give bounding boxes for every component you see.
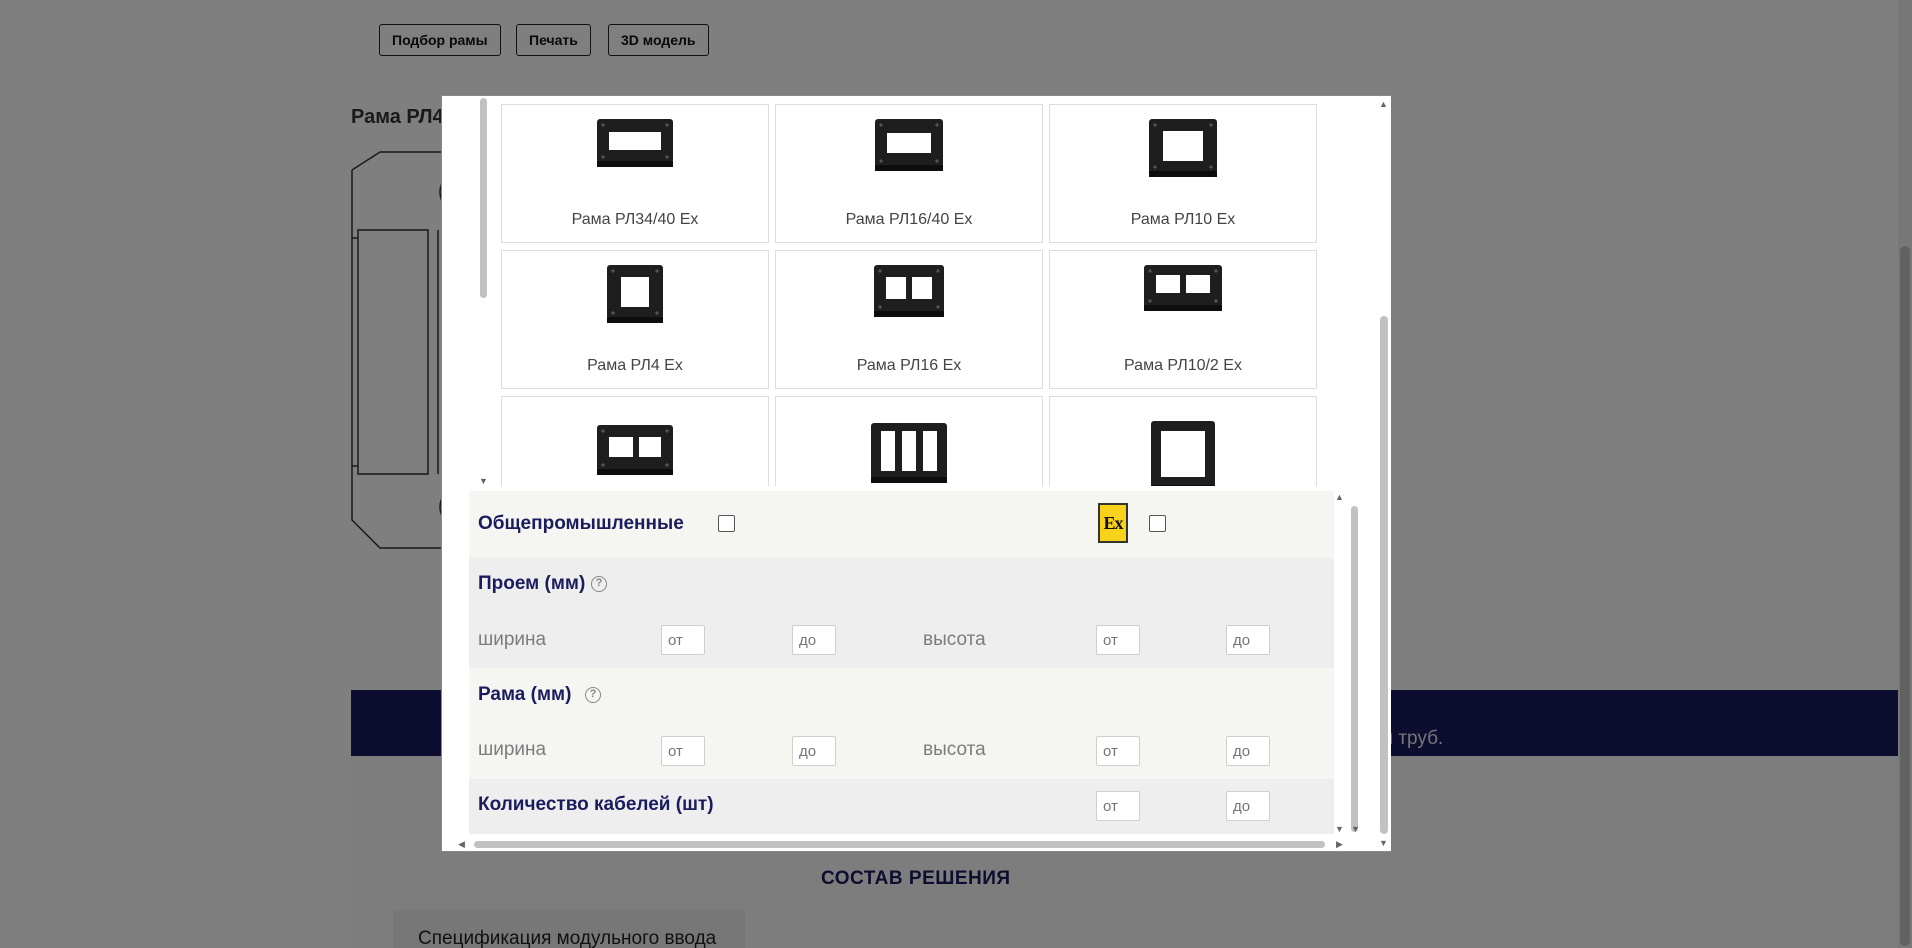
inner-scroll-down-icon[interactable]: ▼ <box>1351 824 1360 834</box>
opening-width-label: ширина <box>478 629 547 650</box>
cables-to-input[interactable] <box>1226 791 1270 821</box>
frame-card[interactable]: Рама РЛ16/40 Ex <box>775 104 1043 243</box>
frame-card[interactable] <box>1049 396 1317 486</box>
opening-width-from-input[interactable] <box>661 625 705 655</box>
frames-grid: Рама РЛ34/40 Ex Рама РЛ16/40 Ex Рама РЛ1… <box>501 104 1324 486</box>
cards-scroll-down-icon[interactable]: ▼ <box>479 476 488 486</box>
filter-scroll-down-icon[interactable]: ▼ <box>1335 824 1344 834</box>
frame-medium-icon <box>875 119 943 171</box>
modal-scrollbar-thumb[interactable] <box>1380 316 1388 834</box>
frame-card[interactable] <box>775 396 1043 486</box>
frame-wide-icon <box>597 119 673 167</box>
frame-card[interactable]: Рама РЛ10 Ex <box>1049 104 1317 243</box>
frame-size-title: Рама (мм) <box>478 684 572 705</box>
frame-width-label: ширина <box>478 739 547 760</box>
opening-height-label: высота <box>923 629 986 650</box>
frame-card[interactable]: Рама РЛ16 Ex <box>775 250 1043 389</box>
frame-height-label: высота <box>923 739 986 760</box>
frame-card-label: Рама РЛ34/40 Ex <box>571 211 699 228</box>
ex-checkbox[interactable] <box>1149 515 1166 532</box>
frame-filter-row: Рама (мм) ? ширина высота <box>469 668 1334 779</box>
modal-scroll-up-icon[interactable]: ▲ <box>1379 99 1388 109</box>
cables-filter-row: Количество кабелей (шт) <box>469 779 1334 834</box>
frame-double-wide-icon <box>1144 265 1222 311</box>
frame-square-icon <box>1149 119 1217 177</box>
frame-card-label: Рама РЛ16/40 Ex <box>845 211 973 228</box>
ex-badge-icon: Ex <box>1098 503 1128 543</box>
cards-scrollbar-thumb[interactable] <box>480 98 487 298</box>
frame-card-label: Рама РЛ10/2 Ex <box>1124 357 1242 374</box>
opening-width-to-input[interactable] <box>792 625 836 655</box>
frame-small-square-icon <box>607 265 663 323</box>
h-scroll-right-icon[interactable]: ▶ <box>1336 839 1343 849</box>
frame-card[interactable]: Рама РЛ34/40 Ex <box>501 104 769 243</box>
frame-width-from-input[interactable] <box>661 736 705 766</box>
filter-panel: Общепромышленные Ex Проем (мм) ? ширина … <box>469 491 1334 834</box>
filter-scrollbar-thumb[interactable] <box>1351 506 1358 832</box>
cables-count-title: Количество кабелей (шт) <box>478 794 714 815</box>
frame-card-label: Рама РЛ16 Ex <box>856 357 962 374</box>
frame-width-to-input[interactable] <box>792 736 836 766</box>
filter-scroll-up-icon[interactable]: ▲ <box>1335 492 1344 502</box>
opening-filter-row: Проем (мм) ? ширина высота <box>469 558 1334 668</box>
frame-height-to-input[interactable] <box>1226 736 1270 766</box>
general-industrial-checkbox[interactable] <box>718 515 735 532</box>
h-scroll-left-icon[interactable]: ◀ <box>458 839 465 849</box>
frame-card[interactable] <box>501 396 769 486</box>
frame-large-square-icon <box>1151 421 1215 486</box>
opening-height-to-input[interactable] <box>1226 625 1270 655</box>
frame-card-label: Рама РЛ10 Ex <box>1130 211 1236 228</box>
frame-double-icon <box>874 265 944 317</box>
frame-selection-modal: ▲ ▼ ▼ Рама РЛ34/40 Ex Рама РЛ16/40 Ex Ра… <box>441 95 1391 852</box>
modal-scroll-down-icon[interactable]: ▼ <box>1379 838 1388 848</box>
frame-card[interactable]: Рама РЛ4 Ex <box>501 250 769 389</box>
frame-card[interactable]: Рама РЛ10/2 Ex <box>1049 250 1317 389</box>
opening-height-from-input[interactable] <box>1096 625 1140 655</box>
general-industrial-label: Общепромышленные <box>478 513 684 534</box>
opening-help-icon[interactable]: ? <box>591 576 607 592</box>
cables-from-input[interactable] <box>1096 791 1140 821</box>
frame-double-icon <box>597 425 673 475</box>
type-filter-row: Общепромышленные Ex <box>469 491 1334 558</box>
frame-triple-icon <box>871 423 947 483</box>
opening-title: Проем (мм) <box>478 573 586 594</box>
frame-height-from-input[interactable] <box>1096 736 1140 766</box>
h-scrollbar-thumb[interactable] <box>474 841 1325 848</box>
frame-size-help-icon[interactable]: ? <box>585 687 601 703</box>
frame-card-label: Рама РЛ4 Ex <box>587 357 683 374</box>
